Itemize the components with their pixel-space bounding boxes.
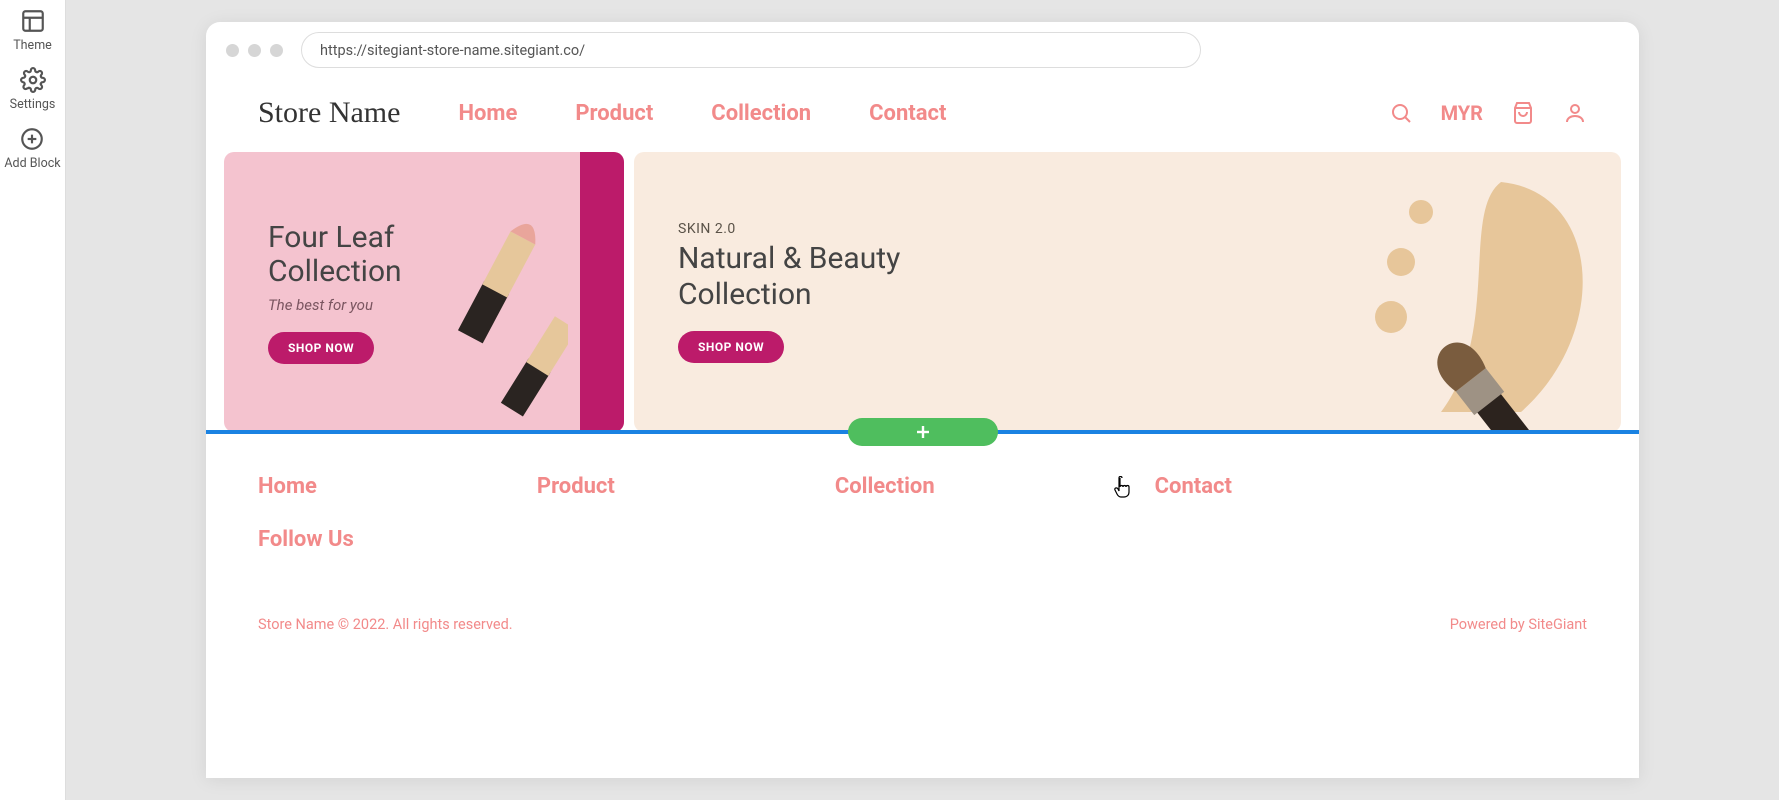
footer-nav: Home Product Collection Contact	[258, 474, 1587, 499]
user-icon[interactable]	[1563, 101, 1587, 125]
lipstick-icon	[418, 192, 568, 422]
follow-us-heading: Follow Us	[258, 527, 1587, 552]
minimize-dot-icon	[248, 44, 261, 57]
banner-subtitle: The best for you	[268, 296, 402, 314]
shop-now-button[interactable]: SHOP NOW	[678, 331, 784, 363]
browser-preview-frame: https://sitegiant-store-name.sitegiant.c…	[206, 22, 1639, 778]
block-insert-divider	[206, 430, 1639, 434]
powered-by: Powered by SiteGiant	[1450, 616, 1587, 633]
gear-icon	[20, 67, 46, 93]
theme-tool[interactable]: Theme	[13, 8, 52, 53]
url-text: https://sitegiant-store-name.sitegiant.c…	[320, 42, 585, 59]
shop-now-button[interactable]: SHOP NOW	[268, 332, 374, 364]
footer-product[interactable]: Product	[537, 474, 615, 499]
settings-label: Settings	[10, 97, 56, 112]
browser-chrome-bar: https://sitegiant-store-name.sitegiant.c…	[206, 22, 1639, 78]
store-name: Store Name	[258, 96, 400, 130]
banner-title: Natural & Beauty Collection	[678, 241, 900, 313]
banner-title: Four Leaf Collection	[268, 221, 402, 290]
plus-circle-icon	[19, 126, 45, 152]
copyright-text: Store Name © 2022. All rights reserved.	[258, 616, 513, 633]
url-bar[interactable]: https://sitegiant-store-name.sitegiant.c…	[301, 32, 1201, 68]
nav-contact[interactable]: Contact	[869, 101, 946, 126]
makeup-brush-icon	[1301, 152, 1621, 432]
footer-home[interactable]: Home	[258, 474, 317, 499]
banner-eyebrow: SKIN 2.0	[678, 221, 900, 237]
banner-four-leaf[interactable]: Four Leaf Collection The best for you SH…	[224, 152, 624, 432]
currency-switch[interactable]: MYR	[1441, 101, 1483, 125]
editor-canvas: https://sitegiant-store-name.sitegiant.c…	[66, 0, 1779, 800]
layout-icon	[20, 8, 46, 34]
nav-home[interactable]: Home	[458, 101, 517, 126]
header-actions: MYR	[1389, 101, 1587, 125]
close-dot-icon	[226, 44, 239, 57]
site-header: Store Name Home Product Collection Conta…	[206, 78, 1639, 148]
editor-sidebar: Theme Settings Add Block	[0, 0, 66, 800]
footer-contact[interactable]: Contact	[1155, 474, 1232, 499]
site-page: Store Name Home Product Collection Conta…	[206, 78, 1639, 778]
banner-natural-beauty[interactable]: SKIN 2.0 Natural & Beauty Collection SHO…	[634, 152, 1621, 432]
maximize-dot-icon	[270, 44, 283, 57]
add-block-tool[interactable]: Add Block	[4, 126, 60, 171]
hero-banners-row: Four Leaf Collection The best for you SH…	[206, 148, 1639, 432]
shopping-bag-icon[interactable]	[1511, 101, 1535, 125]
settings-tool[interactable]: Settings	[10, 67, 56, 112]
copyright-row: Store Name © 2022. All rights reserved. …	[258, 616, 1587, 633]
add-block-inline-button[interactable]	[848, 418, 998, 446]
footer-collection[interactable]: Collection	[835, 474, 935, 499]
add-block-label: Add Block	[4, 156, 60, 171]
nav-product[interactable]: Product	[575, 101, 653, 126]
theme-label: Theme	[13, 38, 52, 53]
powered-brand-link[interactable]: SiteGiant	[1528, 616, 1587, 633]
search-icon[interactable]	[1389, 101, 1413, 125]
plus-icon	[915, 424, 931, 440]
site-footer: Home Product Collection Contact Follow U…	[206, 434, 1639, 649]
pointer-cursor-icon	[1114, 476, 1132, 498]
window-controls	[226, 44, 283, 57]
nav-collection[interactable]: Collection	[711, 101, 811, 126]
